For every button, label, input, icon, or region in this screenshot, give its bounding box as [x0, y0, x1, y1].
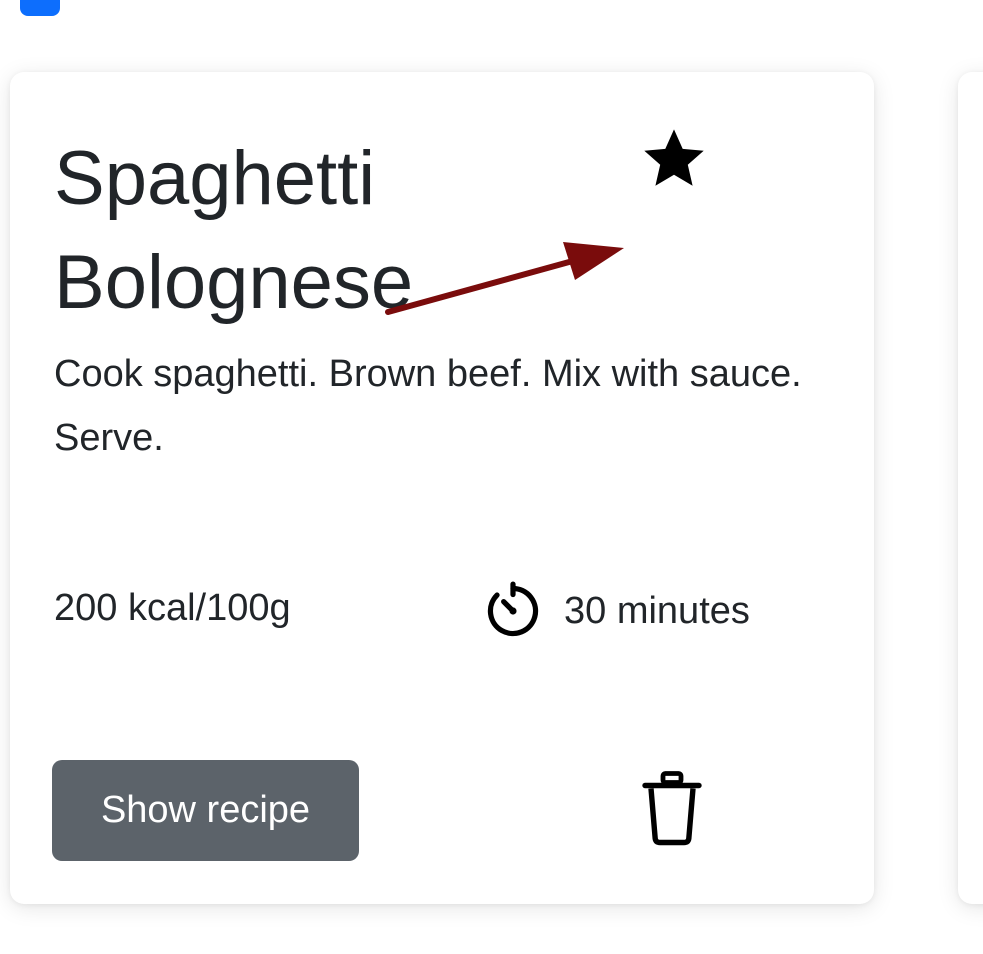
- show-recipe-button[interactable]: Show recipe: [52, 760, 359, 861]
- recipe-calories: 200 kcal/100g: [54, 587, 291, 629]
- recipe-card: Spaghetti Bolognese Cook spaghetti. Brow…: [10, 72, 874, 904]
- annotation-arrow: [385, 242, 624, 315]
- trash-icon: [642, 771, 702, 846]
- top-filter-strip: [0, 0, 983, 22]
- recipe-description: Cook spaghetti. Brown beef. Mix with sau…: [54, 353, 802, 459]
- duration-label: 30 minutes: [564, 590, 750, 632]
- star-filled-icon[interactable]: [638, 124, 710, 196]
- filter-checkbox[interactable]: [20, 0, 60, 16]
- recipe-duration: 30 minutes: [480, 578, 750, 644]
- delete-button[interactable]: [636, 768, 708, 848]
- timer-icon: [487, 581, 539, 637]
- next-recipe-card: [958, 72, 983, 904]
